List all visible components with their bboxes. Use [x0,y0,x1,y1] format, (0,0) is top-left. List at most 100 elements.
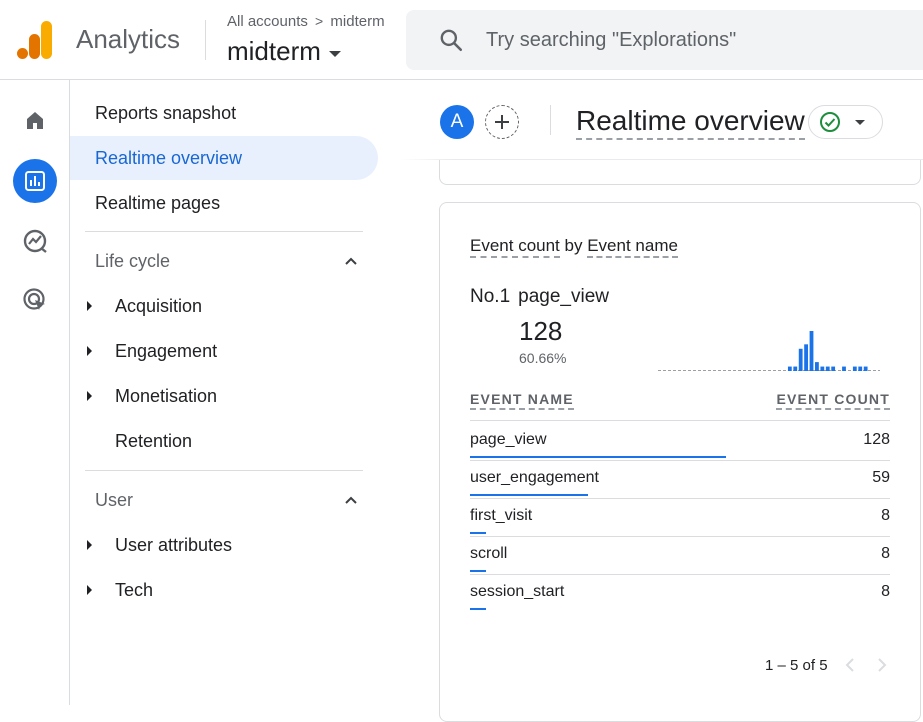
analytics-logo-icon[interactable] [17,21,53,59]
chart-bar[interactable] [798,348,803,371]
event-count: 8 [881,507,890,524]
breadcrumb-root[interactable]: All accounts [227,13,308,30]
app-name: Analytics [76,24,181,54]
property-selector[interactable]: midterm [227,36,341,67]
pagination-label: 1 – 5 of 5 [765,656,828,674]
breadcrumb-leaf[interactable]: midterm [330,13,384,30]
event-name: user_engagement [470,469,599,486]
search-icon [440,29,463,52]
nav-divider [85,470,363,471]
nav-item-acquisition[interactable]: Acquisition [70,284,370,328]
nav-item-retention[interactable]: Retention [70,419,370,463]
check-circle-icon [820,112,840,132]
chart-bar[interactable] [825,366,830,371]
table-row[interactable]: session_start 8 [470,575,890,613]
nav-item-label: Engagement [115,340,218,361]
expand-arrow-icon [87,301,92,311]
nav-item-label: Realtime overview [95,147,243,168]
section-title: Life cycle [95,250,171,271]
chart-bar[interactable] [831,366,836,371]
event-name: first_visit [470,507,533,524]
section-title: User [95,489,134,510]
chart-bar[interactable] [809,331,814,371]
nav-item-realtime-overview[interactable]: Realtime overview [70,136,378,180]
comparison-avatar[interactable]: A [440,105,474,139]
add-comparison-button[interactable] [485,105,519,139]
nav-item-label: Acquisition [115,295,203,316]
advertising-icon [23,288,45,310]
rail-advertising-button[interactable] [13,278,57,322]
column-header-event-count[interactable]: EVENT COUNT [776,391,890,410]
top-rank: No.1 [470,286,511,307]
chart-bar[interactable] [804,344,808,371]
nav-item-label: User attributes [115,534,233,555]
event-name: session_start [470,583,565,600]
header-divider [550,105,551,135]
chevron-right-icon: > [315,13,324,29]
nav-section-life-cycle[interactable]: Life cycle [70,239,370,283]
share-bar [470,494,588,496]
nav-item-label: Reports snapshot [95,102,237,123]
nav-item-reports-snapshot[interactable]: Reports snapshot [70,91,378,135]
top-event-percent: 60.66% [519,350,567,366]
page-title[interactable]: Realtime overview [576,104,805,140]
top-event-name: page_view [518,286,609,307]
metric-label[interactable]: Event count [470,236,560,258]
data-status-button[interactable] [808,105,883,139]
chart-bar[interactable] [815,362,819,371]
title-connector: by [564,236,583,255]
chevron-up-icon [345,257,357,265]
rail-explore-button[interactable] [13,219,57,263]
event-name: scroll [470,545,508,562]
column-header-event-name[interactable]: EVENT NAME [470,391,574,410]
event-count: 8 [881,583,890,600]
nav-item-realtime-pages[interactable]: Realtime pages [70,181,378,225]
home-icon [27,112,43,129]
nav-rail [0,80,70,705]
breadcrumb[interactable]: All accounts > midterm [227,13,385,30]
table-row[interactable]: first_visit 8 [470,499,890,537]
chart-bar[interactable] [863,366,868,371]
chart-bar[interactable] [852,366,857,371]
chart-bar[interactable] [842,366,846,371]
share-bar [470,456,726,458]
caret-down-icon [855,119,865,125]
table-row[interactable]: scroll 8 [470,537,890,575]
card-title: Event count by Event name [470,236,678,258]
chart-bar[interactable] [858,366,863,371]
expand-arrow-icon [87,391,92,401]
pagination: 1 – 5 of 5 [765,653,895,677]
dimension-label[interactable]: Event name [587,236,678,258]
caret-down-icon [328,50,341,57]
event-count: 59 [872,469,890,486]
event-name: page_view [470,431,547,448]
chart-bar[interactable] [787,366,792,371]
top-event-value: 128 [519,316,563,346]
previous-card [439,160,921,185]
table-header: EVENT NAME EVENT COUNT [470,391,890,421]
nav-item-tech[interactable]: Tech [70,568,370,612]
share-bar [470,608,486,610]
chevron-left-icon[interactable] [842,656,860,674]
expand-arrow-icon [87,346,92,356]
nav-section-user[interactable]: User [70,478,370,522]
nav-item-label: Realtime pages [95,192,221,213]
per-minute-bar-chart [658,331,880,371]
nav-item-label: Monetisation [115,385,218,406]
rail-home-button[interactable] [13,98,57,142]
event-count: 128 [863,431,890,448]
top-app-bar: Analytics All accounts > midterm midterm [0,0,923,80]
table-row[interactable]: user_engagement 59 [470,461,890,499]
event-count-card: Event count by Event name No.1 page_view … [439,202,921,722]
nav-item-engagement[interactable]: Engagement [70,329,370,373]
chart-bar[interactable] [793,366,798,371]
chevron-right-icon[interactable] [872,656,890,674]
nav-item-user-attributes[interactable]: User attributes [70,523,370,567]
search-bar[interactable] [406,10,923,70]
nav-item-monetisation[interactable]: Monetisation [70,374,370,418]
nav-item-label: Tech [115,579,154,600]
search-input[interactable] [486,28,886,52]
table-row[interactable]: page_view 128 [470,423,890,461]
chart-bar[interactable] [820,366,825,371]
rail-reports-button[interactable] [13,159,57,203]
